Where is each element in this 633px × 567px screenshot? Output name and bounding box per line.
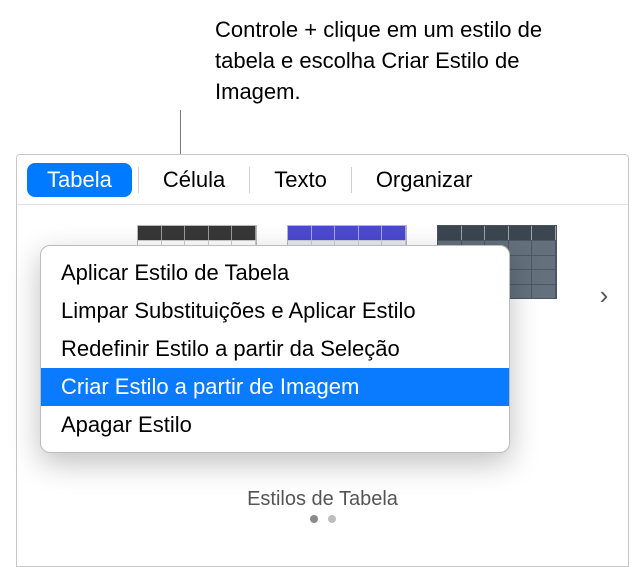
tab-celula[interactable]: Célula xyxy=(139,155,249,204)
page-dots xyxy=(17,515,628,523)
menu-item-apply-style[interactable]: Aplicar Estilo de Tabela xyxy=(41,254,509,292)
tab-texto[interactable]: Texto xyxy=(250,155,351,204)
section-title: Estilos de Tabela xyxy=(17,488,628,511)
menu-item-clear-overrides[interactable]: Limpar Substituições e Aplicar Estilo xyxy=(41,292,509,330)
next-page-arrow[interactable]: › xyxy=(590,270,618,320)
context-menu: Aplicar Estilo de Tabela Limpar Substitu… xyxy=(40,245,510,453)
menu-item-create-style-from-image[interactable]: Criar Estilo a partir de Imagem xyxy=(41,368,509,406)
tab-organizar[interactable]: Organizar xyxy=(352,155,497,204)
tab-bar: Tabela Célula Texto Organizar xyxy=(17,155,628,205)
instruction-text: Controle + clique em um estilo de tabela… xyxy=(215,15,595,107)
page-dot[interactable] xyxy=(310,515,318,523)
chevron-right-icon: › xyxy=(600,280,609,311)
page-dot[interactable] xyxy=(328,515,336,523)
tab-tabela[interactable]: Tabela xyxy=(27,163,132,197)
menu-item-delete-style[interactable]: Apagar Estilo xyxy=(41,406,509,444)
menu-item-redefine-style[interactable]: Redefinir Estilo a partir da Seleção xyxy=(41,330,509,368)
